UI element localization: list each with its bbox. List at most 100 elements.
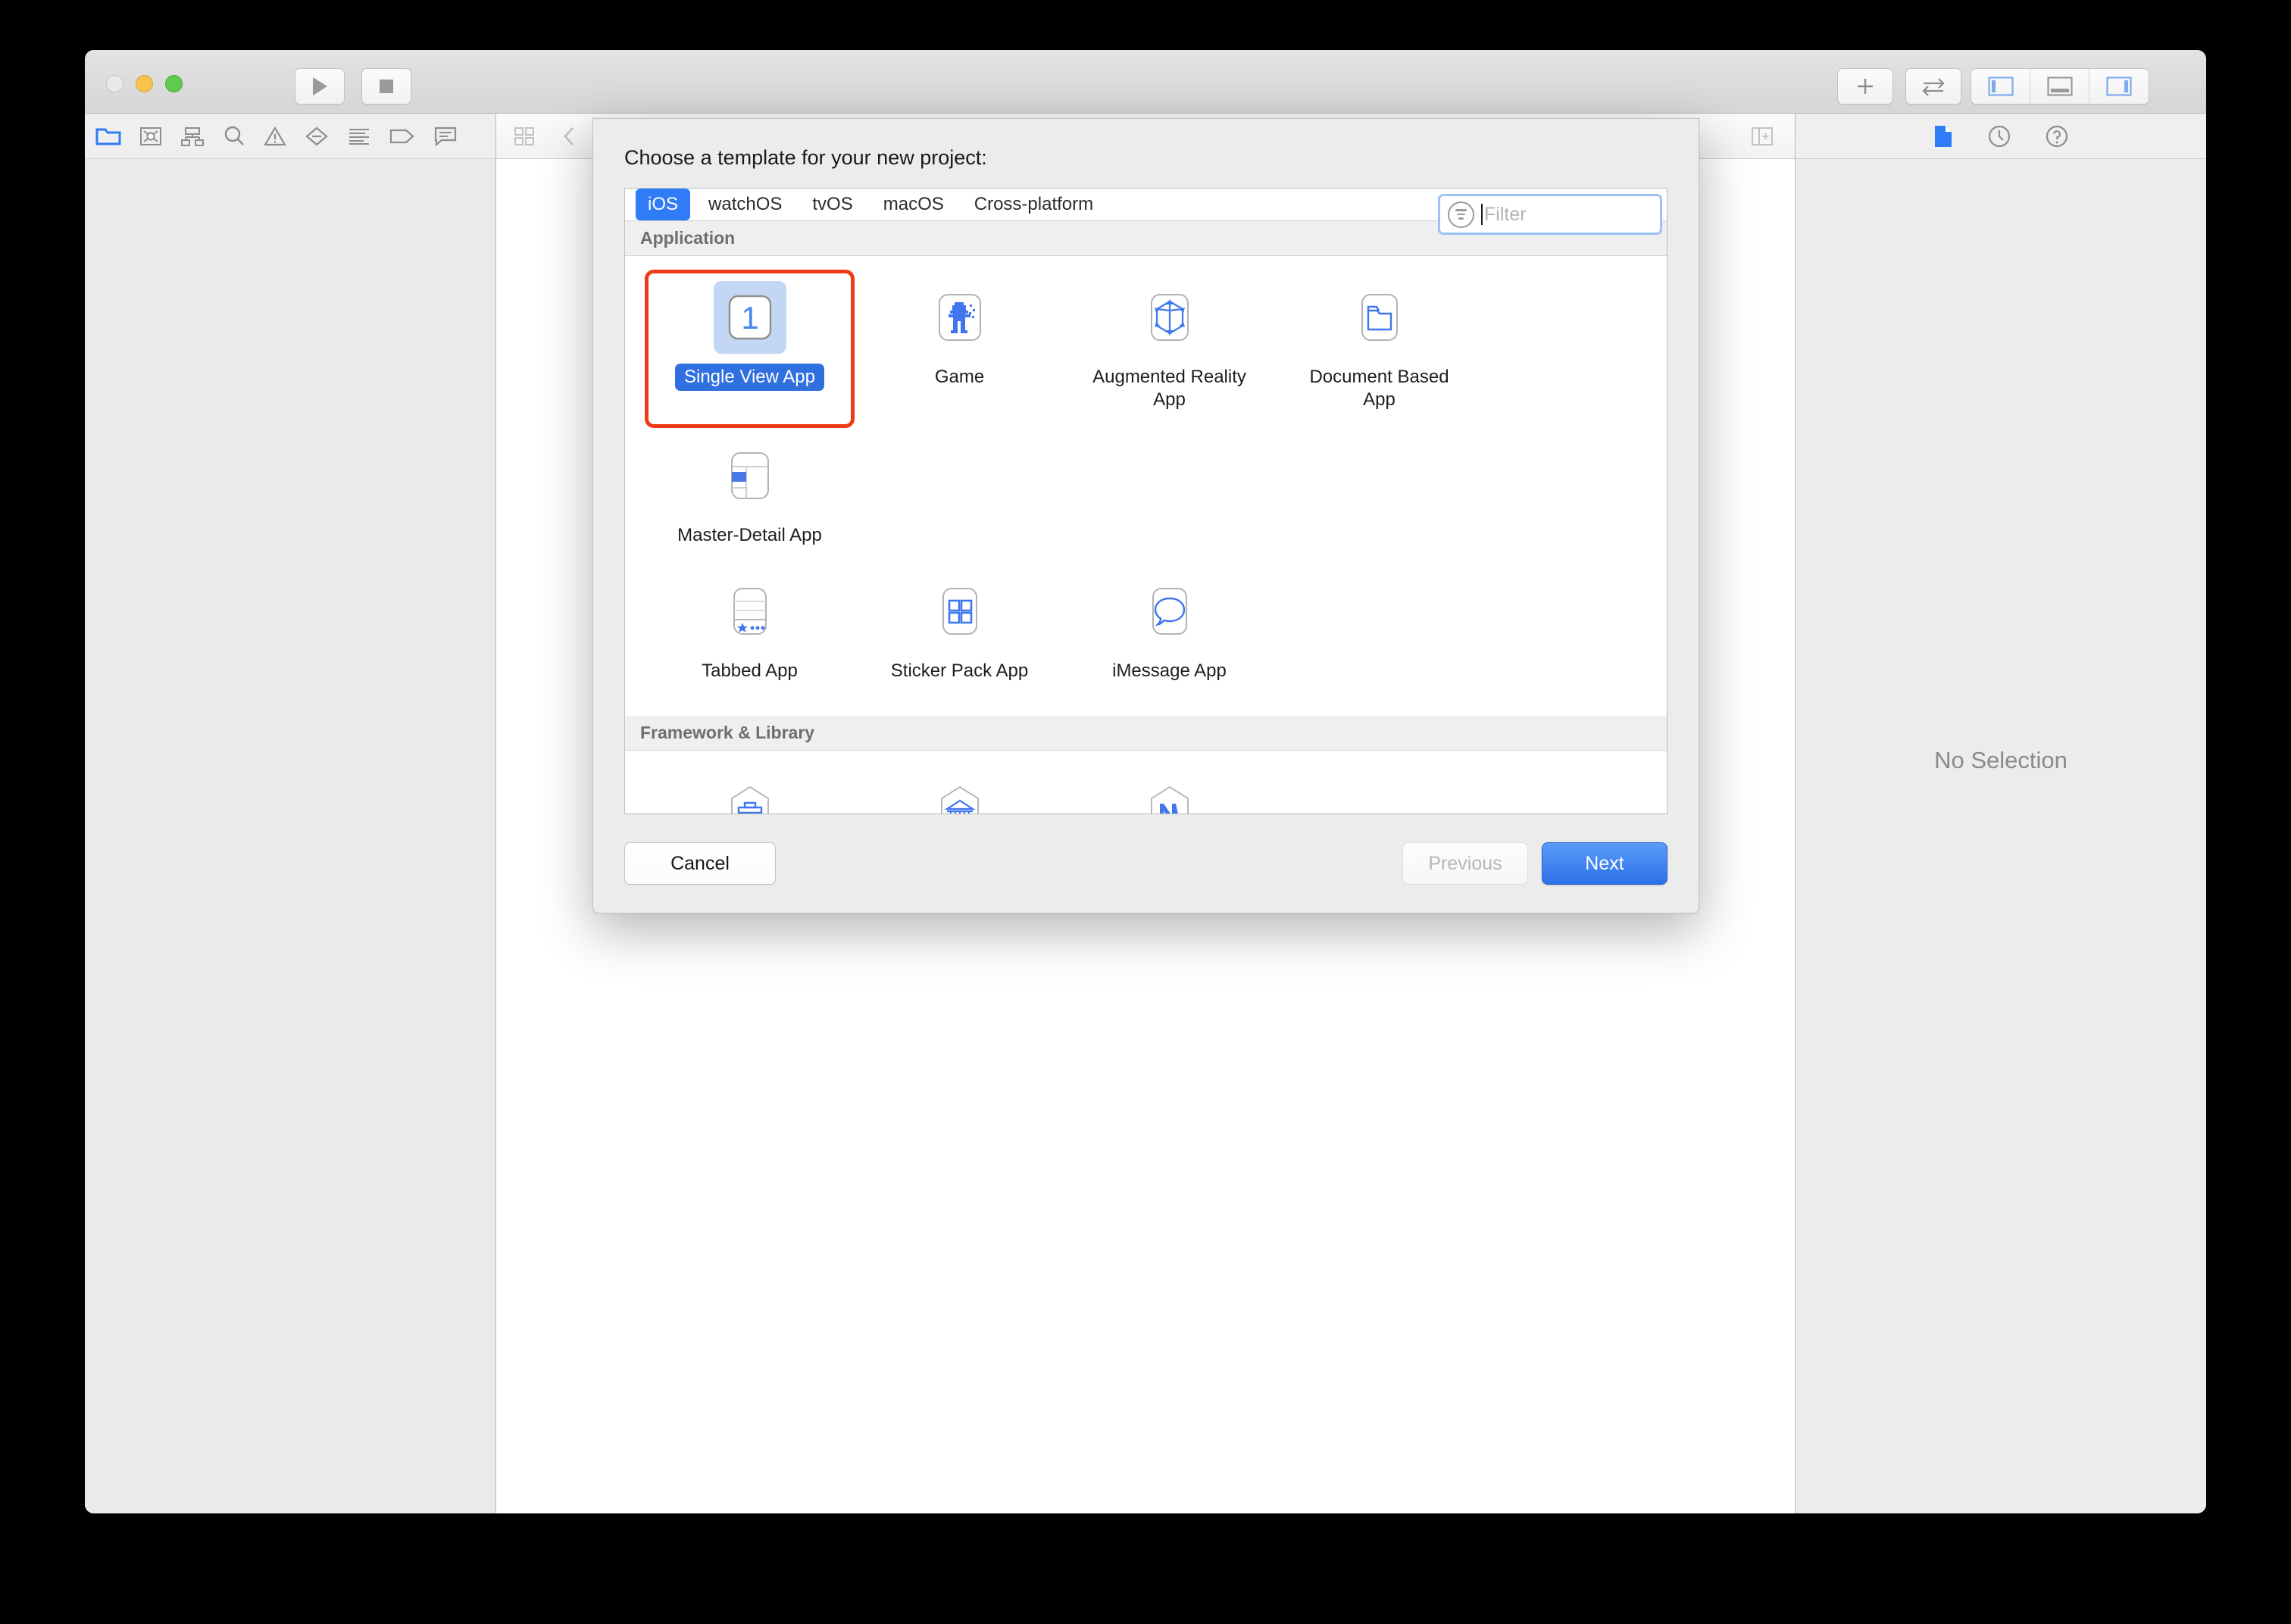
platform-tab-bar: iOS watchOS tvOS macOS Cross-platform Fi… [625, 189, 1667, 221]
tab-ios[interactable]: iOS [636, 189, 690, 220]
tab-watchos[interactable]: watchOS [696, 189, 794, 220]
sidebar-item-report-navigator[interactable] [433, 126, 458, 147]
text-caret [1481, 204, 1483, 225]
toggle-assistant-button[interactable] [1905, 68, 1961, 105]
master-detail-split-icon [714, 439, 786, 512]
template-tile-tabbed-app[interactable]: Tabbed App [645, 564, 855, 699]
add-editor-button[interactable] [1749, 125, 1775, 148]
plus-icon [1855, 76, 1876, 97]
go-back-button[interactable] [561, 125, 578, 148]
sidebar-item-breakpoint-navigator[interactable] [389, 127, 415, 145]
template-label: Master-Detail App [668, 522, 831, 549]
sidebar-item-source-control-navigator[interactable] [139, 126, 162, 147]
template-label: Single View App [675, 364, 824, 391]
question-circle-icon [2045, 124, 2069, 148]
ar-cube-icon [1133, 281, 1206, 354]
previous-button[interactable]: Previous [1402, 842, 1528, 885]
filter-icon [1448, 201, 1474, 228]
cancel-button[interactable]: Cancel [624, 842, 776, 885]
inspector-tab-bar [1796, 114, 2206, 159]
toolbox-hex-icon [714, 776, 786, 814]
template-label: Augmented Reality App [1083, 364, 1257, 414]
panel-toggle-group [1971, 68, 2149, 105]
template-label: Game [926, 364, 993, 391]
sidebar-item-test-navigator[interactable] [305, 126, 329, 147]
metal-hex-icon [1133, 776, 1206, 814]
inspector-toggle-button[interactable] [2089, 69, 2149, 104]
debug-area-toggle-button[interactable] [2030, 69, 2089, 104]
sidebar-item-find-navigator[interactable] [223, 125, 245, 148]
swap-arrows-icon [1921, 77, 1946, 96]
sidebar-item-project-navigator[interactable] [95, 126, 121, 147]
template-tile-metal-library[interactable]: Metal Library [1064, 764, 1274, 814]
application-template-grid: 1 Single View App [625, 256, 1667, 716]
single-view-one-icon: 1 [714, 281, 786, 354]
tab-tvos[interactable]: tvOS [800, 189, 864, 220]
stop-button[interactable] [361, 68, 411, 105]
warning-triangle-icon [264, 126, 286, 147]
editor-mode-button[interactable] [513, 125, 539, 148]
sheet-footer: Cancel Previous Next [593, 814, 1699, 913]
bottom-panel-icon [2047, 77, 2073, 96]
tag-icon [389, 127, 415, 145]
left-panel-icon [1988, 77, 2014, 96]
bank-hex-icon [924, 776, 996, 814]
source-control-icon [139, 126, 162, 147]
section-header-framework-library: Framework & Library [625, 716, 1667, 751]
sheet-title: Choose a template for your new project: [624, 146, 1699, 170]
template-label: Tabbed App [692, 657, 807, 685]
next-button[interactable]: Next [1542, 842, 1667, 885]
tab-cross-platform[interactable]: Cross-platform [962, 189, 1105, 220]
tabbed-list-icon [714, 575, 786, 648]
inspector-empty-state: No Selection [1934, 747, 2068, 774]
navigator-toggle-button[interactable] [1971, 69, 2030, 104]
window-titlebar [85, 50, 2206, 114]
template-tile-game[interactable]: Game [855, 270, 1064, 428]
sidebar-item-issue-navigator[interactable] [264, 126, 286, 147]
filter-field[interactable]: Filter [1438, 194, 1662, 235]
tab-macos[interactable]: macOS [871, 189, 956, 220]
back-chevron-icon [561, 125, 578, 148]
svg-text:1: 1 [741, 300, 758, 336]
template-tile-single-view-app[interactable]: 1 Single View App [645, 270, 855, 428]
sidebar-item-debug-navigator[interactable] [347, 126, 371, 146]
stop-square-icon [378, 78, 395, 95]
template-tile-framework[interactable]: Framework [645, 764, 855, 814]
template-tile-master-detail-app[interactable]: Master-Detail App [645, 428, 855, 564]
speech-bubble-icon [433, 126, 458, 147]
template-tile-sticker-pack-app[interactable]: Sticker Pack App [855, 564, 1064, 699]
inspector-content: No Selection [1796, 159, 2206, 1513]
tab-file-inspector[interactable] [1933, 124, 1954, 148]
sticker-grid-icon [924, 575, 996, 648]
imessage-bubble-icon [1133, 575, 1206, 648]
template-picker: iOS watchOS tvOS macOS Cross-platform Fi… [624, 188, 1667, 814]
inspector-panel: No Selection [1795, 114, 2206, 1513]
tab-help-inspector[interactable] [2045, 124, 2069, 148]
folder-icon [95, 126, 121, 147]
template-tile-augmented-reality-app[interactable]: Augmented Reality App [1064, 270, 1274, 428]
maximize-window-button[interactable] [165, 75, 183, 92]
template-tile-imessage-app[interactable]: iMessage App [1064, 564, 1274, 699]
footer-right-buttons: Previous Next [1402, 842, 1667, 885]
template-label: Document Based App [1292, 364, 1467, 414]
template-label: iMessage App [1103, 657, 1236, 685]
tab-quick-help-inspector[interactable] [1987, 124, 2011, 148]
template-tile-document-based-app[interactable]: Document Based App [1274, 270, 1484, 428]
sidebar-item-symbol-navigator[interactable] [180, 126, 205, 147]
document-icon [1933, 124, 1954, 148]
add-editor-icon [1749, 125, 1775, 148]
new-project-template-sheet: Choose a template for your new project: … [592, 118, 1699, 914]
navigator-tab-bar [85, 114, 495, 159]
navigator-content [85, 159, 495, 1513]
game-robot-icon [924, 281, 996, 354]
folder-outline-icon [1343, 281, 1416, 354]
add-button[interactable] [1837, 68, 1893, 105]
clock-icon [1987, 124, 2011, 148]
minimize-window-button[interactable] [136, 75, 153, 92]
close-window-button[interactable] [106, 75, 123, 92]
filter-placeholder: Filter [1484, 204, 1527, 226]
right-panel-icon [2106, 77, 2132, 96]
run-button[interactable] [295, 68, 345, 105]
template-tile-static-library[interactable]: Static Library [855, 764, 1064, 814]
run-triangle-icon [311, 77, 328, 96]
